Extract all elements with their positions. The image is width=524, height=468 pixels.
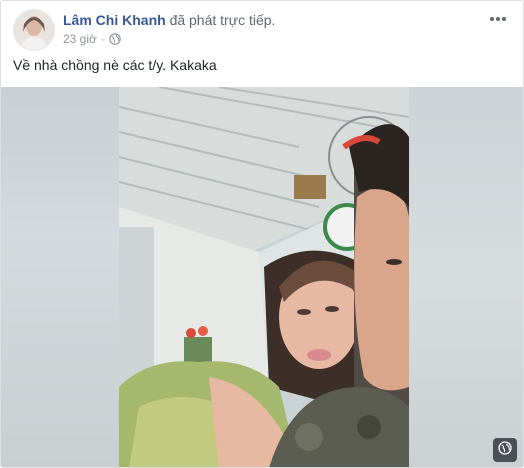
post-time[interactable]: 23 giờ xyxy=(63,32,97,46)
video-globe-button[interactable] xyxy=(493,438,517,462)
globe-icon xyxy=(498,440,512,460)
video-blur-left xyxy=(1,87,119,467)
post-meta: 23 giờ · xyxy=(63,32,121,46)
post-header: Lâm Chi Khanh đã phát trực tiếp. 23 giờ … xyxy=(13,9,511,53)
post-card: Lâm Chi Khanh đã phát trực tiếp. 23 giờ … xyxy=(0,0,524,468)
author-name[interactable]: Lâm Chi Khanh xyxy=(63,12,166,28)
post-action: đã phát trực tiếp. xyxy=(169,12,276,28)
more-options-icon[interactable] xyxy=(485,9,511,29)
globe-icon[interactable] xyxy=(109,33,121,45)
video-frame[interactable] xyxy=(119,87,409,467)
author-avatar[interactable] xyxy=(13,9,55,51)
post-caption: Về nhà chồng nè các t/y. Kakaka xyxy=(13,57,217,73)
video-blur-right xyxy=(409,87,523,467)
video-scene xyxy=(119,87,409,467)
live-video[interactable] xyxy=(1,87,523,467)
meta-separator: · xyxy=(100,32,105,46)
author-line: Lâm Chi Khanh đã phát trực tiếp. xyxy=(63,12,275,28)
